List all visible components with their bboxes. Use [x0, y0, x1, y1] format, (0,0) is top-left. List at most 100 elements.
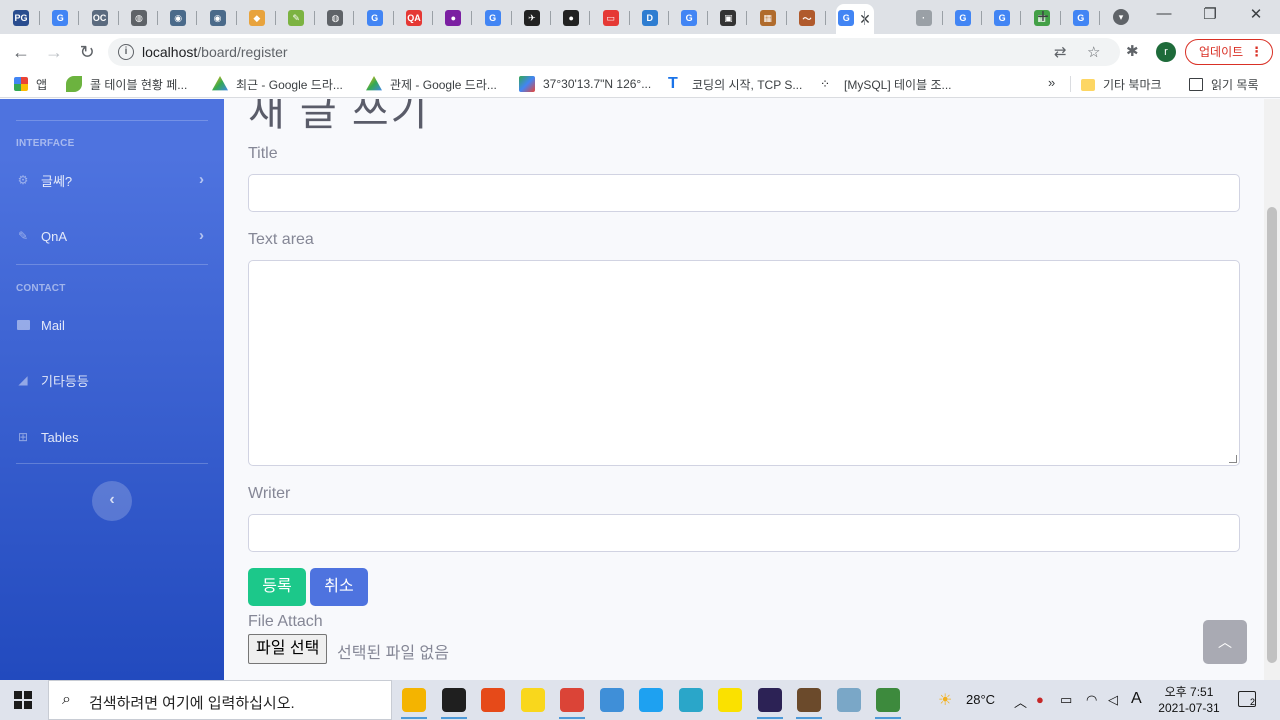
browser-tab[interactable]: ● [434, 4, 473, 32]
browser-tab[interactable]: ◍ [120, 4, 158, 32]
battery-icon[interactable]: ▭ [1060, 692, 1072, 708]
browser-tab[interactable]: ◆ [238, 4, 276, 32]
reload-button[interactable]: ↻ [75, 40, 99, 64]
close-window-button[interactable]: ✕ [1233, 5, 1279, 23]
title-input[interactable] [248, 174, 1240, 212]
intellij-icon[interactable] [481, 688, 505, 712]
media-icon[interactable] [876, 688, 900, 712]
browser-tab[interactable]: ◍ [316, 4, 355, 32]
file-choose-button[interactable]: 파일 선택 [248, 634, 328, 664]
scroll-to-top-button[interactable]: ︿ [1203, 620, 1247, 664]
volume-icon[interactable]: ◁ [1108, 692, 1118, 708]
new-tab-button[interactable]: + [1032, 6, 1054, 29]
chrome-icon[interactable] [560, 688, 584, 712]
notification-center-icon[interactable]: 2 [1238, 691, 1256, 707]
bookmark-item[interactable]: 관제 - Google 드라... [366, 75, 497, 93]
sticky-notes-icon[interactable] [520, 688, 545, 712]
browser-tab[interactable]: G [670, 4, 709, 32]
sidebar-toggle-button[interactable]: ‹ [92, 481, 132, 521]
profile-avatar[interactable]: r [1156, 42, 1176, 62]
network-error-icon[interactable]: ● [1036, 692, 1044, 707]
scrollbar-thumb[interactable] [1267, 207, 1277, 663]
internet-explorer-icon[interactable] [639, 688, 663, 712]
wifi-icon[interactable]: ◠ [1086, 692, 1097, 708]
reading-list[interactable]: 읽기 목록 [1189, 75, 1259, 93]
submit-button[interactable]: 등록 [248, 568, 306, 606]
address-bar[interactable]: i localhost/board/register ⇄ ☆ [108, 38, 1120, 66]
content-textarea[interactable] [248, 260, 1240, 466]
bookmark-item[interactable]: 콜 테이블 현황 페... [66, 75, 187, 93]
tab-search-icon[interactable]: ▾ [1113, 9, 1129, 25]
sidebar-item-etc[interactable]: ◢ 기타등등 [16, 368, 208, 392]
bookmark-item[interactable]: T 코딩의 시작, TCP S... [668, 75, 802, 93]
gear-app-icon[interactable] [797, 688, 821, 712]
translate-icon[interactable]: ⇄ [1054, 43, 1067, 61]
browser-tab[interactable]: G [41, 4, 80, 32]
tab-separator [432, 11, 433, 25]
weather-icon[interactable]: ☀ [938, 690, 952, 710]
browser-tab[interactable]: D [631, 4, 669, 32]
clock[interactable]: 오후 7:51 2021-07-31 [1150, 684, 1228, 716]
browser-tab[interactable]: ▭ [592, 4, 630, 32]
tab-separator [196, 11, 198, 25]
browser-tab[interactable]: G [474, 4, 512, 32]
update-button[interactable]: 업데이트 ⋮ [1185, 39, 1273, 65]
browser-tab[interactable]: ▣ [709, 4, 748, 32]
browser-tab[interactable]: ◉ [199, 4, 237, 32]
site-info-icon[interactable]: i [118, 44, 134, 60]
url-host: localhost [142, 44, 198, 60]
page-scrollbar[interactable] [1264, 99, 1280, 680]
bookmark-item[interactable]: ⁘ [MySQL] 테이블 조... [820, 75, 952, 93]
back-button[interactable]: ← [9, 40, 33, 64]
browser-tab[interactable]: ✈ [513, 4, 551, 32]
sidebar-item-tables[interactable]: ⊞ Tables [16, 425, 208, 449]
browser-tab[interactable]: G [356, 4, 394, 32]
browser-tab[interactable]: · [905, 4, 943, 32]
forward-button[interactable]: → [42, 40, 66, 64]
bookmark-divider [1070, 76, 1071, 92]
ime-indicator[interactable]: A [1131, 690, 1142, 708]
cancel-button[interactable]: 취소 [310, 568, 368, 606]
database-icon[interactable] [836, 688, 861, 712]
paint-icon[interactable] [678, 688, 703, 712]
bookmark-item[interactable]: 최근 - Google 드라... [212, 75, 343, 93]
browser-tab[interactable]: OC [81, 4, 119, 32]
extensions-icon[interactable]: ✱ [1126, 42, 1139, 60]
browser-tab[interactable]: G [1062, 4, 1100, 32]
minimize-button[interactable]: — [1141, 5, 1187, 22]
browser-tab[interactable]: ✎ [277, 4, 316, 32]
browser-tab[interactable]: PG [2, 4, 40, 32]
sidebar-item-mail[interactable]: Mail [16, 313, 208, 337]
terminal-icon[interactable] [441, 688, 466, 712]
browser-tab[interactable]: G [827, 4, 866, 32]
blank-icon: · [915, 10, 932, 26]
url-text[interactable]: localhost/board/register [142, 44, 288, 60]
bookmarks-bar: 앱 콜 테이블 현황 페... 최근 - Google 드라... 관제 - G… [0, 70, 1280, 98]
browser-tab[interactable]: G [944, 4, 982, 32]
windows-start-icon[interactable] [14, 691, 32, 709]
eclipse-icon[interactable] [757, 688, 782, 712]
kakaotalk-icon[interactable] [718, 688, 742, 712]
bookmark-label: 코딩의 시작, TCP S... [692, 77, 803, 92]
restore-button[interactable]: ❐ [1187, 5, 1233, 23]
browser-tab[interactable]: ● [552, 4, 591, 32]
resize-grip-icon[interactable] [1229, 455, 1237, 463]
bookmark-star-icon[interactable]: ☆ [1087, 43, 1100, 61]
show-hidden-icons-icon[interactable]: ︿ [1014, 692, 1027, 711]
sidebar-item-glsse[interactable]: ⚙ 글쎄? › [16, 168, 208, 192]
browser-tab[interactable]: ◉ [159, 4, 198, 32]
weather-text[interactable]: 28°C [966, 692, 995, 707]
bookmark-apps[interactable]: 앱 [14, 75, 47, 93]
other-bookmarks[interactable]: 기타 북마크 [1081, 75, 1162, 93]
writer-input[interactable] [248, 514, 1240, 552]
browser-tab[interactable]: ▦ [749, 4, 787, 32]
sidebar-item-qna[interactable]: ✎ QnA › [16, 224, 208, 248]
browser-tab[interactable]: 〜 [788, 4, 826, 32]
browser-tab[interactable]: QA [395, 4, 433, 32]
browser-tab[interactable]: G [983, 4, 1022, 32]
taskbar-search-box[interactable]: ⌕ 검색하려면 여기에 입력하십시오. [48, 680, 392, 720]
remote-desktop-icon[interactable] [599, 688, 624, 712]
bookmark-item[interactable]: 37°30'13.7"N 126°... [519, 75, 651, 93]
more-bookmarks-icon[interactable]: » [1048, 75, 1055, 90]
file-explorer-icon[interactable] [402, 688, 426, 712]
